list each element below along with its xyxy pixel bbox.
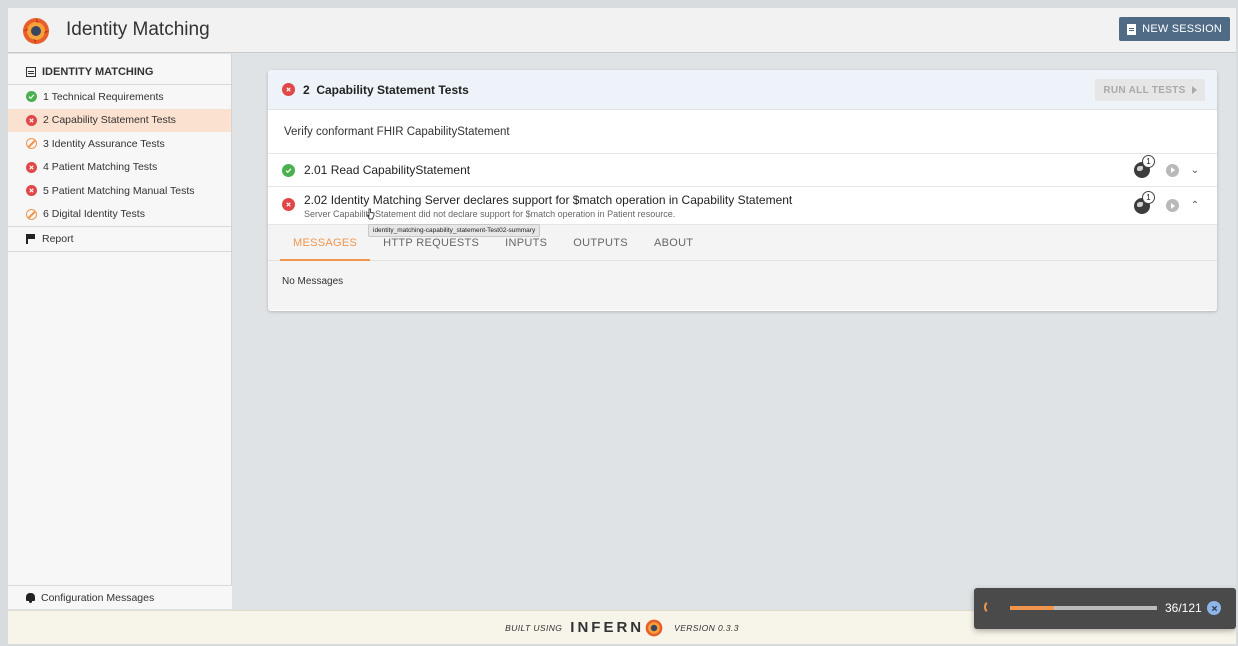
tooltip: identity_matching-capability_statement-T… [368,224,541,237]
close-icon [1211,605,1217,611]
request-count-badge: 1 [1142,190,1155,204]
cancel-run-button[interactable] [1207,601,1221,615]
sidebar-item-label: 1 Technical Requirements [43,90,164,103]
sidebar-item-label: 5 Patient Matching Manual Tests [43,184,195,197]
bell-icon [26,592,35,603]
sidebar-item-digital-identity-tests[interactable]: 6 Digital Identity Tests [8,203,231,227]
messages-content: No Messages [268,261,1217,310]
progress-count: 36/121 [1165,601,1202,615]
flag-icon [26,233,36,244]
sidebar-item-capability-statement-tests[interactable]: 2 Capability Statement Tests [8,108,231,132]
app-title: Identity Matching [66,19,210,40]
request-count-badge: 1 [1142,155,1155,168]
sidebar-item-patient-matching-manual-tests[interactable]: 5 Patient Matching Manual Tests [8,179,231,203]
configuration-messages-link[interactable]: Configuration Messages [8,585,232,609]
sidebar-item-technical-requirements[interactable]: 1 Technical Requirements [8,85,231,109]
http-requests-globe-icon[interactable]: 1 [1134,190,1155,214]
tab-messages[interactable]: MESSAGES [280,225,371,261]
test-result-summary: Server Capability Statement did not decl… [304,209,676,219]
sidebar-item-label: 2 Capability Statement Tests [43,114,176,127]
document-icon [1127,23,1137,35]
test-title: 2.02 Identity Matching Server declares s… [304,193,793,207]
skipped-circle-icon [26,208,37,220]
sidebar-item-patient-matching-tests[interactable]: 4 Patient Matching Tests [8,156,231,180]
new-session-button[interactable]: NEW SESSION [1119,17,1230,41]
test-row-actions: 1 ⌄ [1134,154,1201,186]
check-circle-icon [26,91,37,103]
test-text: 2.02 Identity Matching Server declares s… [304,193,792,219]
http-requests-globe-icon[interactable]: 1 [1134,155,1155,178]
sidebar-item-label: 6 Digital Identity Tests [43,208,145,221]
error-circle-icon [282,198,295,211]
run-test-button[interactable] [1166,163,1179,177]
test-group-header: 2 Capability Statement Tests RUN ALL TES… [268,70,1217,110]
run-all-tests-button[interactable]: RUN ALL TESTS [1095,79,1205,101]
test-progress-toast: 36/121 [974,588,1236,629]
collapse-chevron-icon[interactable]: ⌃ [1189,200,1201,212]
built-using-label: BUILT USING [505,622,563,633]
run-test-button[interactable] [1166,199,1179,212]
error-circle-icon [282,83,295,96]
test-suite-icon [26,67,36,77]
play-icon [1191,86,1197,94]
test-group-title: 2 Capability Statement Tests [303,82,469,97]
test-row-2-02[interactable]: 2.02 Identity Matching Server declares s… [268,187,1217,224]
tab-outputs[interactable]: OUTPUTS [560,225,641,260]
app-frame: Identity Matching NEW SESSION IDENTITY M… [8,8,1236,644]
mouse-cursor-icon [366,208,375,220]
divider [8,250,231,252]
sidebar-item-label: 3 Identity Assurance Tests [43,137,165,150]
test-title: 2.01 Read CapabilityStatement [304,163,471,177]
skipped-circle-icon [26,138,37,150]
progress-bar [1010,606,1157,610]
error-circle-icon [26,161,37,173]
configuration-messages-label: Configuration Messages [41,591,155,604]
new-session-label: NEW SESSION [1142,23,1222,35]
test-row-2-01[interactable]: 2.01 Read CapabilityStatement 1 ⌄ [268,154,1217,187]
sidebar-item-label: 4 Patient Matching Tests [43,161,158,174]
test-group-panel: 2 Capability Statement Tests RUN ALL TES… [268,70,1217,311]
test-row-actions: 1 ⌃ [1134,187,1201,224]
run-all-tests-label: RUN ALL TESTS [1103,84,1186,96]
app-header: Identity Matching NEW SESSION [8,8,1236,53]
sidebar-item-report[interactable]: Report [8,227,231,251]
spinner-icon [984,600,998,614]
progress-bar-fill [1010,606,1054,610]
sidebar-item-identity-assurance-tests[interactable]: 3 Identity Assurance Tests [8,132,231,156]
inferno-wordmark: INFERN [570,619,666,637]
error-circle-icon [26,114,37,126]
test-group-description: Verify conformant FHIR CapabilityStateme… [268,110,1217,154]
sidebar-item-label: Report [42,232,74,245]
inferno-logo-icon [645,619,663,636]
check-circle-icon [282,163,295,177]
sidebar: IDENTITY MATCHING 1 Technical Requiremen… [8,54,232,609]
inferno-logo-icon [23,18,49,44]
error-circle-icon [26,185,37,197]
sidebar-heading[interactable]: IDENTITY MATCHING [8,54,231,84]
sidebar-heading-label: IDENTITY MATCHING [42,66,154,78]
expand-chevron-icon[interactable]: ⌄ [1189,164,1201,176]
version-label: VERSION 0.3.3 [674,622,739,633]
inferno-wordmark-text: INFERN [570,619,645,636]
tab-about[interactable]: ABOUT [641,225,706,260]
